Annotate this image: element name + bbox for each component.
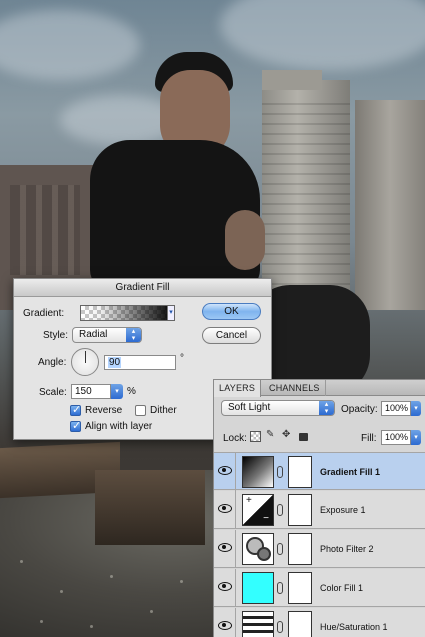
layer-name: Exposure 1 bbox=[320, 505, 366, 515]
lock-all-padlock-icon[interactable] bbox=[299, 433, 308, 441]
align-with-layer-checkbox[interactable] bbox=[70, 419, 81, 432]
opacity-label: Opacity: bbox=[341, 404, 378, 415]
layer-mask-thumbnail bbox=[288, 494, 312, 526]
layer-name: Hue/Saturation 1 bbox=[320, 622, 388, 632]
color-fill-swatch bbox=[242, 572, 274, 604]
reverse-checkbox[interactable] bbox=[70, 403, 81, 416]
visibility-toggle[interactable] bbox=[214, 569, 236, 607]
scale-input[interactable]: 150 bbox=[71, 384, 111, 399]
dither-label: Dither bbox=[150, 405, 177, 416]
visibility-toggle[interactable] bbox=[214, 491, 236, 529]
gradient-label: Gradient: bbox=[23, 308, 65, 319]
layer-mask-thumbnail bbox=[288, 572, 312, 604]
eye-icon bbox=[218, 621, 232, 630]
eye-icon bbox=[218, 504, 232, 513]
scale-label: Scale: bbox=[39, 387, 67, 398]
opacity-input[interactable]: 100% bbox=[381, 401, 411, 416]
angle-dial[interactable] bbox=[71, 348, 99, 376]
lock-label: Lock: bbox=[223, 433, 247, 444]
eye-icon bbox=[218, 543, 232, 552]
lock-image-brush-icon[interactable]: ✎ bbox=[266, 429, 274, 440]
fill-value: 100% bbox=[385, 432, 409, 442]
link-icon bbox=[277, 543, 283, 555]
angle-value: 90 bbox=[108, 357, 122, 368]
layer-row-color-fill[interactable]: Color Fill 1 bbox=[214, 569, 425, 607]
lock-position-move-icon[interactable]: ✥ bbox=[282, 429, 290, 440]
link-icon bbox=[277, 466, 283, 478]
layers-panel: LAYERS CHANNELS Soft Light ▴ ▾ Opacity: 1… bbox=[213, 379, 425, 637]
blend-mode-value: Soft Light bbox=[228, 402, 271, 413]
layer-name: Color Fill 1 bbox=[320, 583, 364, 593]
blend-mode-select[interactable]: Soft Light ▴ ▾ bbox=[221, 400, 335, 416]
visibility-toggle[interactable] bbox=[214, 608, 236, 637]
link-icon bbox=[277, 582, 283, 594]
layer-mask-thumbnail bbox=[288, 456, 312, 488]
cancel-button[interactable]: Cancel bbox=[202, 327, 261, 344]
layer-row-photo-filter[interactable]: Photo Filter 2 bbox=[214, 530, 425, 568]
opacity-dropdown-icon[interactable]: ▾ bbox=[411, 401, 421, 416]
gradient-dropdown-icon[interactable]: ▾ bbox=[167, 306, 174, 320]
style-label: Style: bbox=[43, 330, 69, 341]
gradient-picker[interactable]: ▾ bbox=[80, 305, 175, 321]
photo-filter-icon bbox=[242, 533, 274, 565]
fill-dropdown-icon[interactable]: ▾ bbox=[411, 430, 421, 445]
exposure-icon: + − bbox=[242, 494, 274, 526]
style-value: Radial bbox=[79, 329, 108, 340]
angle-needle-icon bbox=[85, 351, 86, 363]
panel-tabbar: LAYERS CHANNELS bbox=[214, 380, 425, 397]
align-with-layer-label: Align with layer bbox=[85, 421, 153, 432]
angle-label: Angle: bbox=[38, 357, 67, 368]
layer-name: Photo Filter 2 bbox=[320, 544, 374, 554]
layer-row-gradient-fill[interactable]: Gradient Fill 1 bbox=[214, 452, 425, 491]
link-icon bbox=[277, 504, 283, 516]
visibility-toggle[interactable] bbox=[214, 530, 236, 568]
select-arrows-icon: ▴ ▾ bbox=[126, 328, 141, 342]
angle-unit: ° bbox=[180, 353, 184, 364]
scale-value: 150 bbox=[75, 386, 92, 397]
layer-mask-thumbnail bbox=[288, 533, 312, 565]
reverse-label: Reverse bbox=[85, 405, 123, 416]
scale-unit: % bbox=[127, 386, 136, 397]
layer-mask-thumbnail bbox=[288, 611, 312, 637]
layer-row-hue-saturation[interactable]: Hue/Saturation 1 bbox=[214, 608, 425, 637]
fill-input[interactable]: 100% bbox=[381, 430, 411, 445]
select-arrows-icon: ▴ ▾ bbox=[319, 401, 334, 415]
opacity-value: 100% bbox=[385, 403, 409, 413]
layer-name: Gradient Fill 1 bbox=[320, 467, 381, 477]
layer-row-exposure[interactable]: + − Exposure 1 bbox=[214, 491, 425, 529]
scale-dropdown-icon[interactable]: ▾ bbox=[111, 384, 123, 399]
fill-label: Fill: bbox=[361, 433, 377, 444]
tab-layers[interactable]: LAYERS bbox=[214, 380, 262, 397]
style-select[interactable]: Radial ▴ ▾ bbox=[72, 327, 142, 343]
eye-icon bbox=[218, 466, 232, 475]
angle-input[interactable]: 90 bbox=[104, 355, 176, 370]
gradient-fill-icon bbox=[242, 456, 274, 488]
lock-transparent-icon[interactable] bbox=[250, 431, 261, 442]
dither-checkbox[interactable] bbox=[135, 405, 146, 416]
eye-icon bbox=[218, 582, 232, 591]
tab-channels[interactable]: CHANNELS bbox=[264, 380, 326, 396]
link-icon bbox=[277, 621, 283, 633]
dialog-title: Gradient Fill bbox=[14, 279, 271, 297]
ok-button[interactable]: OK bbox=[202, 303, 261, 320]
hue-saturation-icon bbox=[242, 611, 274, 637]
visibility-toggle[interactable] bbox=[214, 453, 236, 491]
